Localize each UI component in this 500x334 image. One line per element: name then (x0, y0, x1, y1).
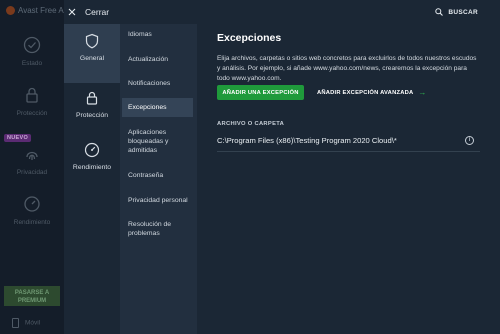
page-title: Excepciones (217, 32, 282, 44)
category-protection[interactable]: Protección (64, 90, 120, 119)
category-performance[interactable]: Rendimiento (64, 142, 120, 171)
subnav-excepciones[interactable]: Excepciones (122, 98, 193, 117)
add-advanced-exception-button[interactable]: AÑADIR EXCEPCIÓN AVANZADA → (317, 85, 427, 100)
lock-icon (26, 87, 38, 103)
fingerprint-icon (26, 151, 38, 160)
category-label: Protección (75, 112, 109, 119)
background-app-sidebar: Avast Free A Estado Protección NUEVO Pri… (0, 0, 64, 334)
background-app-title: Avast Free A (6, 6, 64, 16)
category-label: General (79, 55, 105, 62)
checkmark-circle-icon (23, 36, 41, 54)
close-label: Cerrar (85, 7, 110, 17)
subnav-actualizacion[interactable]: Actualización (122, 55, 193, 64)
exceptions-description: Elija archivos, carpetas o sitios web co… (217, 55, 477, 83)
avast-logo-icon (6, 6, 15, 16)
settings-panel: Cerrar BUSCAR General Protección Rendimi… (64, 0, 500, 334)
speedometer-icon (84, 142, 100, 158)
close-icon (68, 8, 76, 16)
background-nav-mobile: Móvil (12, 318, 40, 328)
exception-row[interactable]: C:\Program Files (x86)\Testing Program 2… (217, 131, 480, 152)
subnav-contrasena[interactable]: Contraseña (122, 171, 193, 180)
exceptions-content: Excepciones Elija archivos, carpetas o s… (197, 24, 500, 334)
speedometer-icon (24, 196, 40, 212)
search-label: BUSCAR (448, 8, 478, 16)
info-icon[interactable]: i (465, 136, 474, 145)
upgrade-premium-button: PASARSE A PREMIUM (4, 286, 60, 306)
phone-icon (12, 318, 19, 328)
search-icon (435, 8, 444, 16)
category-general[interactable]: General (64, 24, 120, 83)
arrow-right-icon: → (418, 88, 427, 97)
new-badge: NUEVO (4, 134, 32, 142)
background-nav-status: Estado (0, 36, 64, 67)
add-exception-button[interactable]: AÑADIR UNA EXCEPCIÓN (217, 85, 304, 100)
subnav-notificaciones[interactable]: Notificaciones (122, 79, 193, 88)
category-label: Rendimiento (72, 164, 112, 171)
subnav-privacidad-personal[interactable]: Privacidad personal (122, 196, 193, 205)
background-nav-performance: Rendimiento (0, 195, 64, 226)
subnav-idiomas[interactable]: Idiomas (122, 30, 193, 39)
subsection-column: Idiomas Actualización Notificaciones Exc… (120, 24, 197, 334)
lock-icon (86, 91, 98, 105)
shield-icon (85, 33, 99, 49)
category-column: General Protección Rendimiento (64, 24, 120, 334)
settings-topbar: Cerrar BUSCAR (64, 0, 500, 24)
exception-path: C:\Program Files (x86)\Testing Program 2… (217, 136, 397, 145)
background-nav-privacy: Privacidad (0, 145, 64, 176)
subnav-aplicaciones-bloqueadas[interactable]: Aplicaciones bloqueadas y admitidas (122, 128, 193, 155)
search-button[interactable]: BUSCAR (435, 5, 478, 19)
file-folder-column-header: ARCHIVO O CARPETA (217, 121, 285, 127)
close-button[interactable]: Cerrar (68, 5, 109, 19)
advanced-exception-label: AÑADIR EXCEPCIÓN AVANZADA (317, 89, 414, 96)
background-nav-protection: Protección (0, 86, 64, 117)
subnav-resolucion-problemas[interactable]: Resolución de problemas (122, 220, 193, 238)
